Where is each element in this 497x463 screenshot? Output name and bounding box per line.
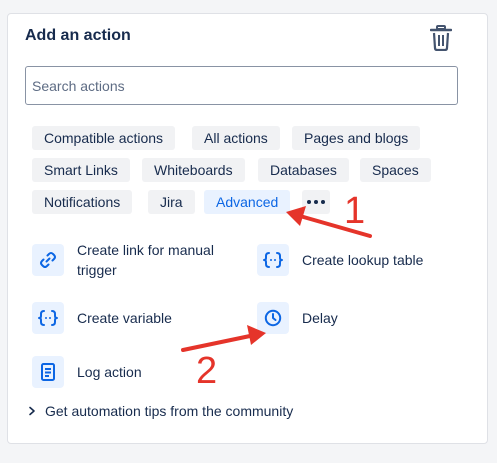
automation-tips-link[interactable]: Get automation tips from the community [27, 403, 293, 419]
filter-chip-notifications[interactable]: Notifications [32, 190, 133, 214]
filter-chip-advanced[interactable]: Advanced [204, 190, 291, 214]
braces-icon [32, 302, 64, 334]
action-create-link-manual-trigger[interactable]: Create link for manual trigger [32, 240, 227, 280]
filter-chip-compatible-actions[interactable]: Compatible actions [32, 126, 176, 150]
filter-chip-jira[interactable]: Jira [148, 190, 195, 214]
chevron-right-icon [29, 406, 35, 416]
more-horizontal-icon [307, 200, 311, 204]
action-log-action[interactable]: Log action [32, 356, 142, 388]
action-create-lookup-table[interactable]: Create lookup table [257, 244, 423, 276]
filter-chip-databases[interactable]: Databases [258, 158, 349, 182]
action-label: Log action [77, 364, 142, 380]
search-input[interactable] [26, 67, 457, 104]
document-icon [32, 356, 64, 388]
filter-chip-pages-and-blogs[interactable]: Pages and blogs [292, 126, 421, 150]
automation-tips-label: Get automation tips from the community [45, 403, 294, 419]
link-icon [32, 244, 64, 276]
action-label: Create link for manual trigger [77, 242, 214, 278]
panel-title: Add an action [25, 27, 131, 44]
filter-chip-smart-links[interactable]: Smart Links [32, 158, 130, 182]
filter-chip-spaces[interactable]: Spaces [360, 158, 431, 182]
filter-chip-all-actions[interactable]: All actions [192, 126, 280, 150]
trash-icon[interactable] [429, 25, 453, 52]
action-label: Delay [302, 310, 338, 326]
clock-icon [257, 302, 289, 334]
annotation-number-1: 1 [344, 190, 366, 232]
action-create-variable[interactable]: Create variable [32, 302, 172, 334]
action-delay[interactable]: Delay [257, 302, 338, 334]
braces-icon [257, 244, 289, 276]
action-label: Create lookup table [302, 252, 424, 268]
more-filters-button[interactable] [302, 190, 330, 214]
filter-chip-whiteboards[interactable]: Whiteboards [142, 158, 245, 182]
search-field[interactable] [25, 66, 458, 105]
action-label: Create variable [77, 310, 172, 326]
annotation-number-2: 2 [196, 350, 218, 392]
